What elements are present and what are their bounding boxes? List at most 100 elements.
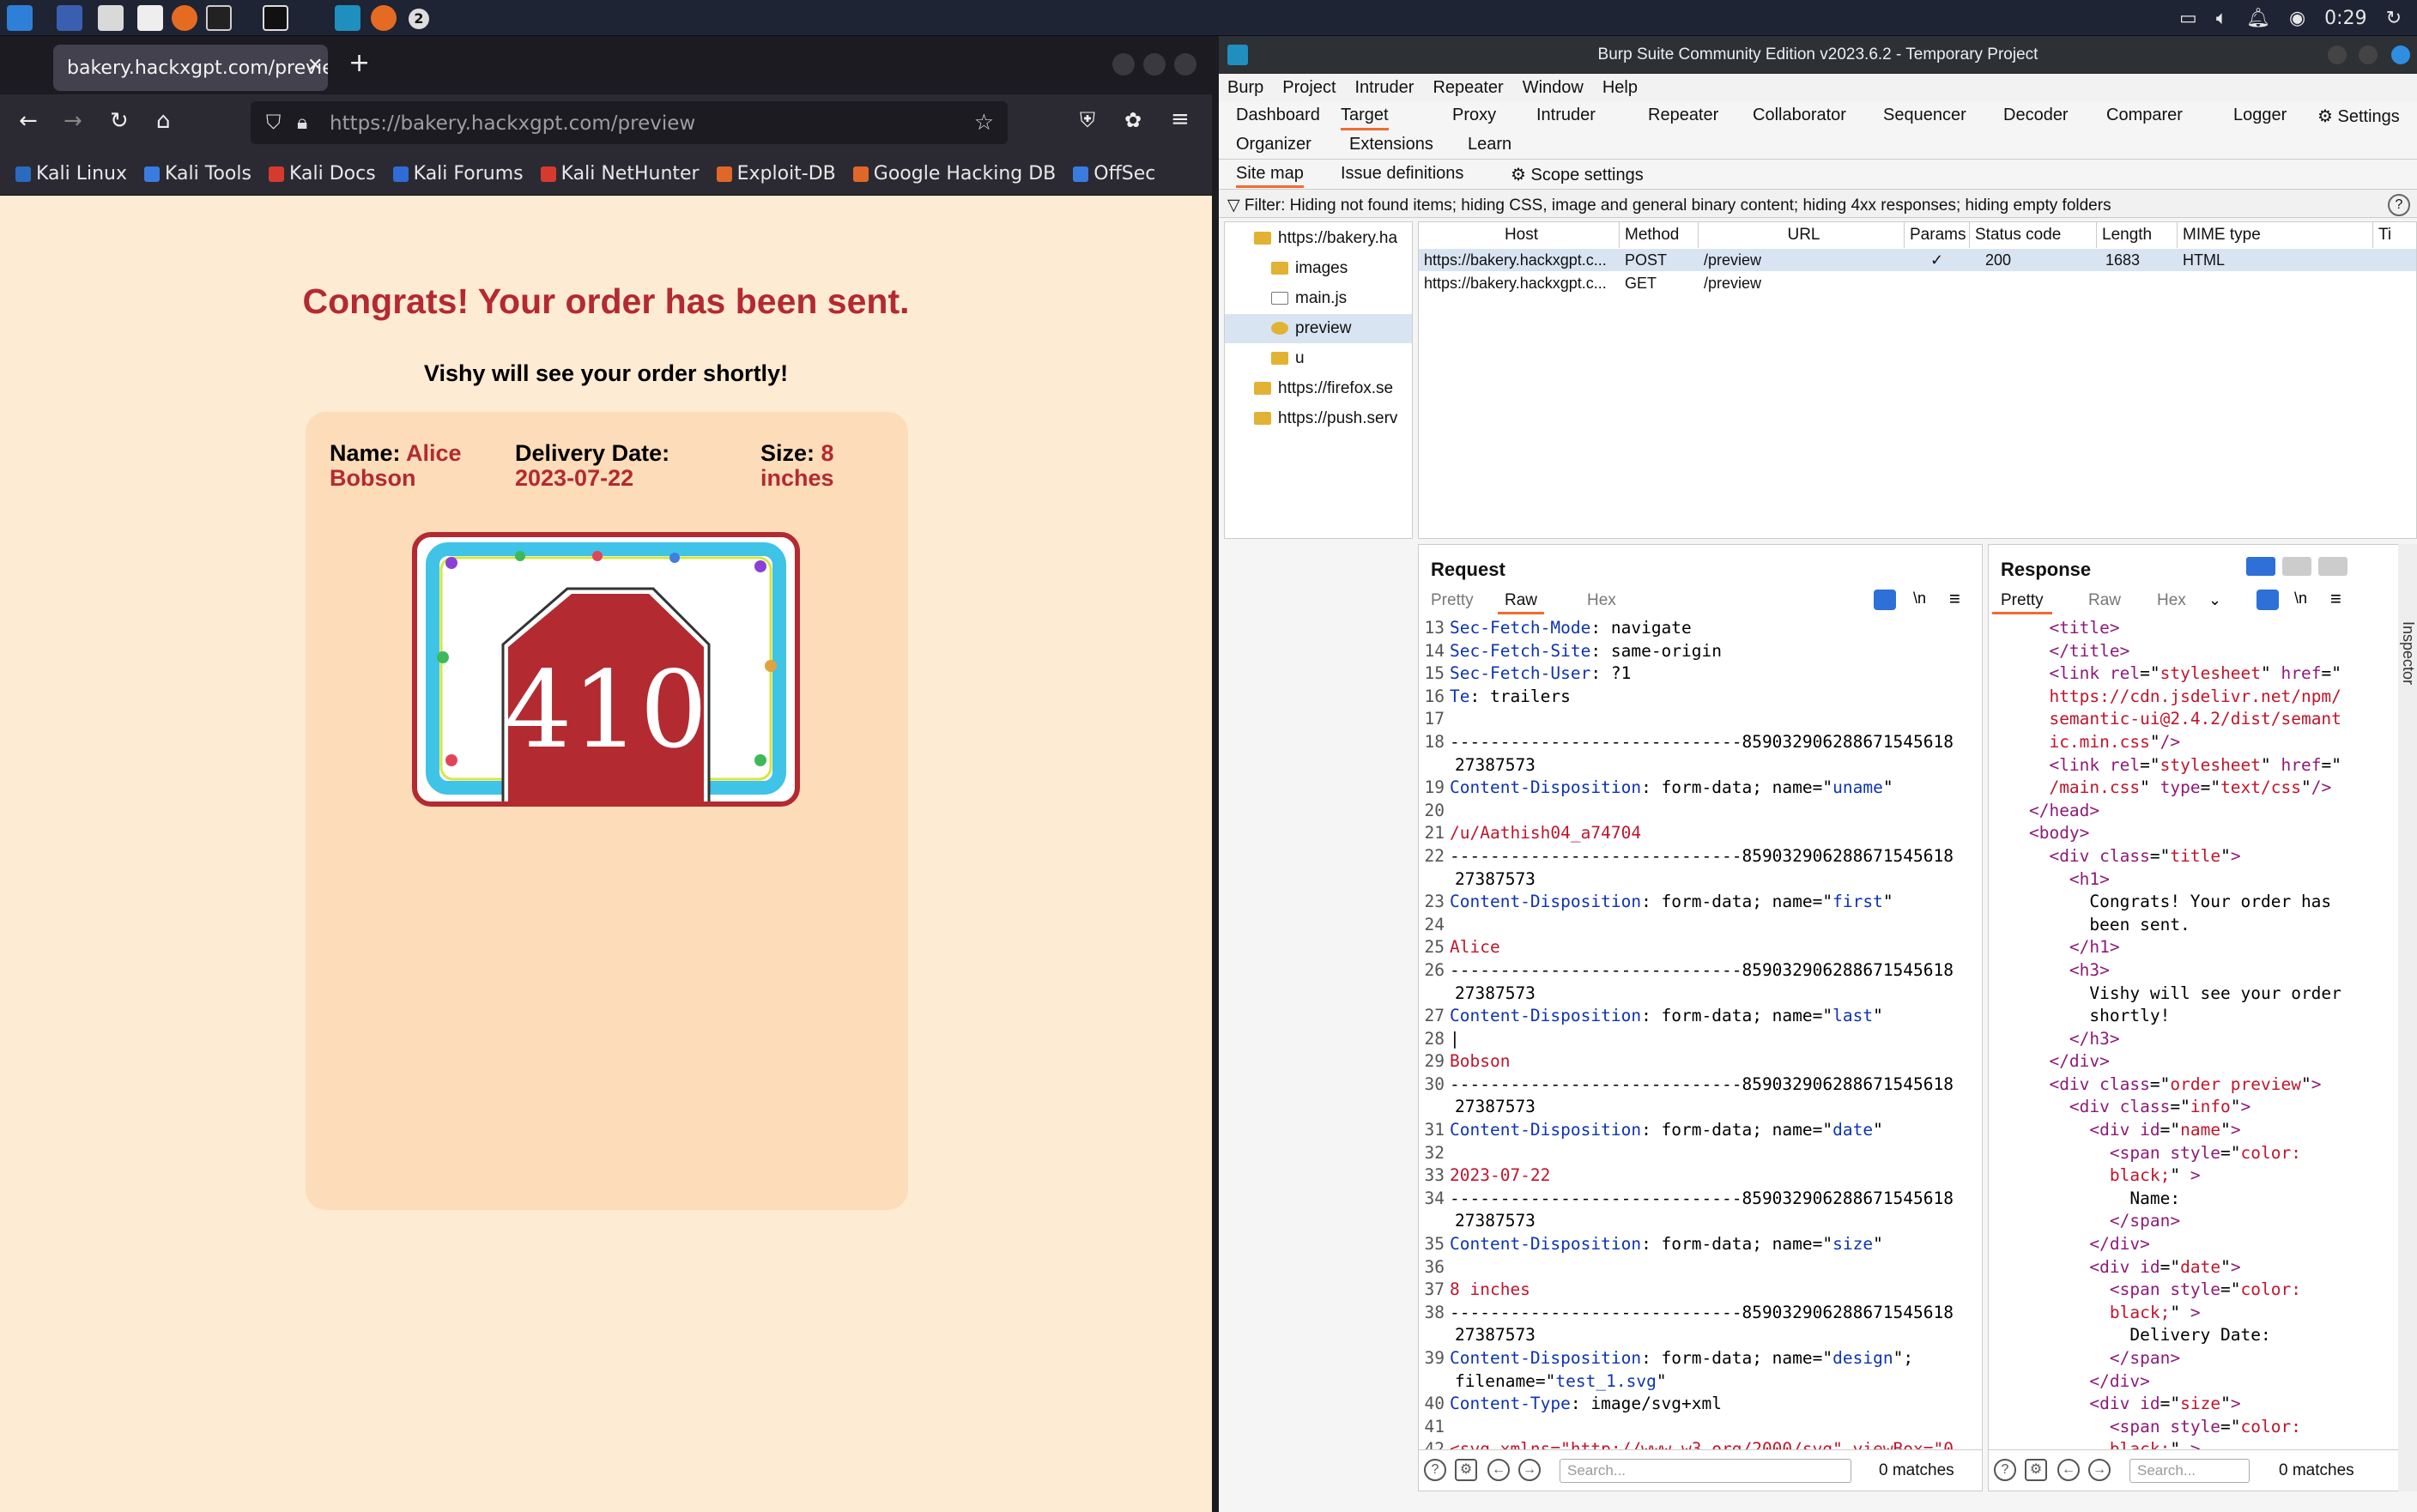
tree-item-host[interactable]: https://bakery.ha <box>1254 224 1397 253</box>
tab-learn[interactable]: Learn <box>1468 135 1511 154</box>
bookmark-offsec[interactable]: OffSec <box>1073 163 1155 184</box>
pocket-icon[interactable]: ⛨ <box>1080 108 1095 132</box>
newline-toggle-icon[interactable]: \n <box>2294 590 2307 608</box>
bookmark-star-icon[interactable]: ☆ <box>974 110 994 136</box>
request-editor[interactable]: 13 Sec-Fetch-Mode: navigate 14 Sec-Fetch-S… <box>1419 617 1970 1491</box>
bookmark-kali-linux[interactable]: Kali Linux <box>15 163 127 184</box>
request-tab-pretty[interactable]: Pretty <box>1431 591 1474 610</box>
burp-taskbar-icon[interactable] <box>335 5 360 31</box>
menu-burp[interactable]: Burp <box>1227 78 1263 98</box>
tab-proxy[interactable]: Proxy <box>1452 106 1496 125</box>
url-bar[interactable]: ⛉ 🔒︎ https://bakery.hackxgpt.com/preview… <box>251 101 1008 144</box>
terminal-icon[interactable] <box>206 5 232 31</box>
maximize-button[interactable] <box>2359 45 2378 64</box>
kali-menu-icon[interactable] <box>7 5 33 31</box>
menu-project[interactable]: Project <box>1282 78 1336 98</box>
forward-icon[interactable]: → <box>64 108 82 134</box>
close-tab-icon[interactable]: ✕ <box>307 55 323 76</box>
wrap-toggle-icon[interactable] <box>2256 590 2279 610</box>
settings-icon[interactable]: ⚙ <box>1455 1459 1477 1481</box>
bookmark-kali-nethunter[interactable]: Kali NetHunter <box>540 163 700 184</box>
tab-settings[interactable]: ⚙ Settings <box>2317 106 2400 127</box>
window-icon[interactable] <box>263 5 288 31</box>
menu-help[interactable]: Help <box>1602 78 1638 98</box>
close-button[interactable] <box>2391 45 2410 64</box>
tab-intruder[interactable]: Intruder <box>1536 106 1596 125</box>
menu-icon[interactable]: ≡ <box>1171 106 1190 132</box>
back-icon[interactable]: ← <box>19 108 38 134</box>
refresh-icon[interactable]: ↻ <box>2386 8 2402 29</box>
col-url[interactable]: URL <box>1699 222 1905 248</box>
pane-menu-icon[interactable]: ≡ <box>1949 588 1960 610</box>
menu-intruder[interactable]: Intruder <box>1355 78 1414 98</box>
subtab-issue-definitions[interactable]: Issue definitions <box>1341 164 1463 184</box>
display-icon[interactable]: ▭ <box>2179 8 2197 29</box>
bell-icon[interactable]: 🔔︎ <box>2246 8 2270 29</box>
request-tab-raw[interactable]: Raw <box>1498 591 1545 614</box>
subtab-scope-settings[interactable]: ⚙ Scope settings <box>1511 164 1644 185</box>
inspector-sidebar[interactable]: Inspector <box>2398 544 2417 1491</box>
power-icon[interactable]: ◉ <box>2289 8 2305 29</box>
tree-item-main-js[interactable]: main.js <box>1271 284 1347 313</box>
tab-target[interactable]: Target <box>1341 106 1389 130</box>
col-method[interactable]: Method <box>1620 222 1699 248</box>
tab-sequencer[interactable]: Sequencer <box>1883 106 1966 125</box>
maximize-button[interactable] <box>1143 53 1166 76</box>
bookmark-kali-forums[interactable]: Kali Forums <box>392 163 524 184</box>
horizontal-view-icon[interactable] <box>2282 557 2311 576</box>
tree-item-firefox[interactable]: https://firefox.se <box>1254 374 1393 403</box>
help-icon[interactable]: ? <box>1994 1459 2016 1481</box>
tab-logger[interactable]: Logger <box>2233 106 2287 125</box>
home-icon[interactable]: ⌂ <box>156 108 171 134</box>
previous-icon[interactable]: ← <box>1487 1459 1510 1481</box>
chevron-down-icon[interactable]: ⌄ <box>2208 591 2221 609</box>
col-status[interactable]: Status code <box>1970 222 2097 248</box>
firefox-taskbar-icon[interactable] <box>371 5 397 31</box>
bookmark-google-hacking-db[interactable]: Google Hacking DB <box>852 163 1056 184</box>
tree-item-push[interactable]: https://push.serv <box>1254 404 1397 433</box>
request-tab-hex[interactable]: Hex <box>1587 591 1616 610</box>
bookmark-kali-tools[interactable]: Kali Tools <box>144 163 251 184</box>
response-tab-pretty[interactable]: Pretty <box>1992 591 2052 614</box>
tab-decoder[interactable]: Decoder <box>2003 106 2069 125</box>
subtab-site-map[interactable]: Site map <box>1236 164 1304 188</box>
firefox-icon[interactable] <box>172 5 197 31</box>
help-icon[interactable]: ? <box>2388 194 2410 216</box>
volume-icon[interactable]: 🔈︎ <box>2216 8 2227 29</box>
request-search-input[interactable]: Search... <box>1560 1459 1851 1483</box>
col-params[interactable]: Params <box>1905 222 1970 248</box>
split-view-icon[interactable] <box>2246 557 2275 576</box>
next-icon[interactable]: → <box>2088 1459 2111 1481</box>
response-editor[interactable]: <title> </title> <link rel="stylesheet" … <box>1989 617 2404 1491</box>
tab-repeater[interactable]: Repeater <box>1648 106 1718 125</box>
newline-toggle-icon[interactable]: \n <box>1913 590 1926 608</box>
tab-organizer[interactable]: Organizer <box>1236 135 1311 154</box>
single-view-icon[interactable] <box>2318 557 2347 576</box>
menu-repeater[interactable]: Repeater <box>1433 78 1503 98</box>
filter-bar[interactable]: ▽ Filter: Hiding not found items; hiding… <box>1219 189 2417 218</box>
tab-collaborator[interactable]: Collaborator <box>1753 106 1846 125</box>
tab-comparer[interactable]: Comparer <box>2106 106 2183 125</box>
tree-item-preview[interactable]: preview <box>1225 314 1412 343</box>
col-length[interactable]: Length <box>2097 222 2178 248</box>
table-row[interactable]: https://bakery.hackxgpt.c... GET /previe… <box>1419 272 2416 294</box>
minimize-button[interactable] <box>2328 45 2347 64</box>
pane-menu-icon[interactable]: ≡ <box>2330 588 2341 610</box>
bookmark-exploit-db[interactable]: Exploit-DB <box>716 163 836 184</box>
text-editor-icon[interactable] <box>137 5 163 31</box>
menu-window[interactable]: Window <box>1523 78 1584 98</box>
tree-item-u[interactable]: u <box>1271 344 1305 373</box>
tab-dashboard[interactable]: Dashboard <box>1236 106 1320 125</box>
tree-item-images[interactable]: images <box>1271 254 1348 283</box>
settings-icon[interactable]: ⚙ <box>2025 1459 2047 1481</box>
response-tab-raw[interactable]: Raw <box>2088 591 2121 610</box>
close-window-button[interactable] <box>1174 53 1196 76</box>
bookmark-kali-docs[interactable]: Kali Docs <box>268 163 376 184</box>
minimize-button[interactable] <box>1112 53 1135 76</box>
col-host[interactable]: Host <box>1419 222 1620 248</box>
table-row[interactable]: https://bakery.hackxgpt.c... POST /previ… <box>1419 249 2416 271</box>
browser-tab[interactable]: bakery.hackxgpt.com/preview <box>53 45 328 91</box>
next-icon[interactable]: → <box>1518 1459 1541 1481</box>
response-tab-hex[interactable]: Hex <box>2157 591 2186 610</box>
reload-icon[interactable]: ↻ <box>110 108 129 134</box>
